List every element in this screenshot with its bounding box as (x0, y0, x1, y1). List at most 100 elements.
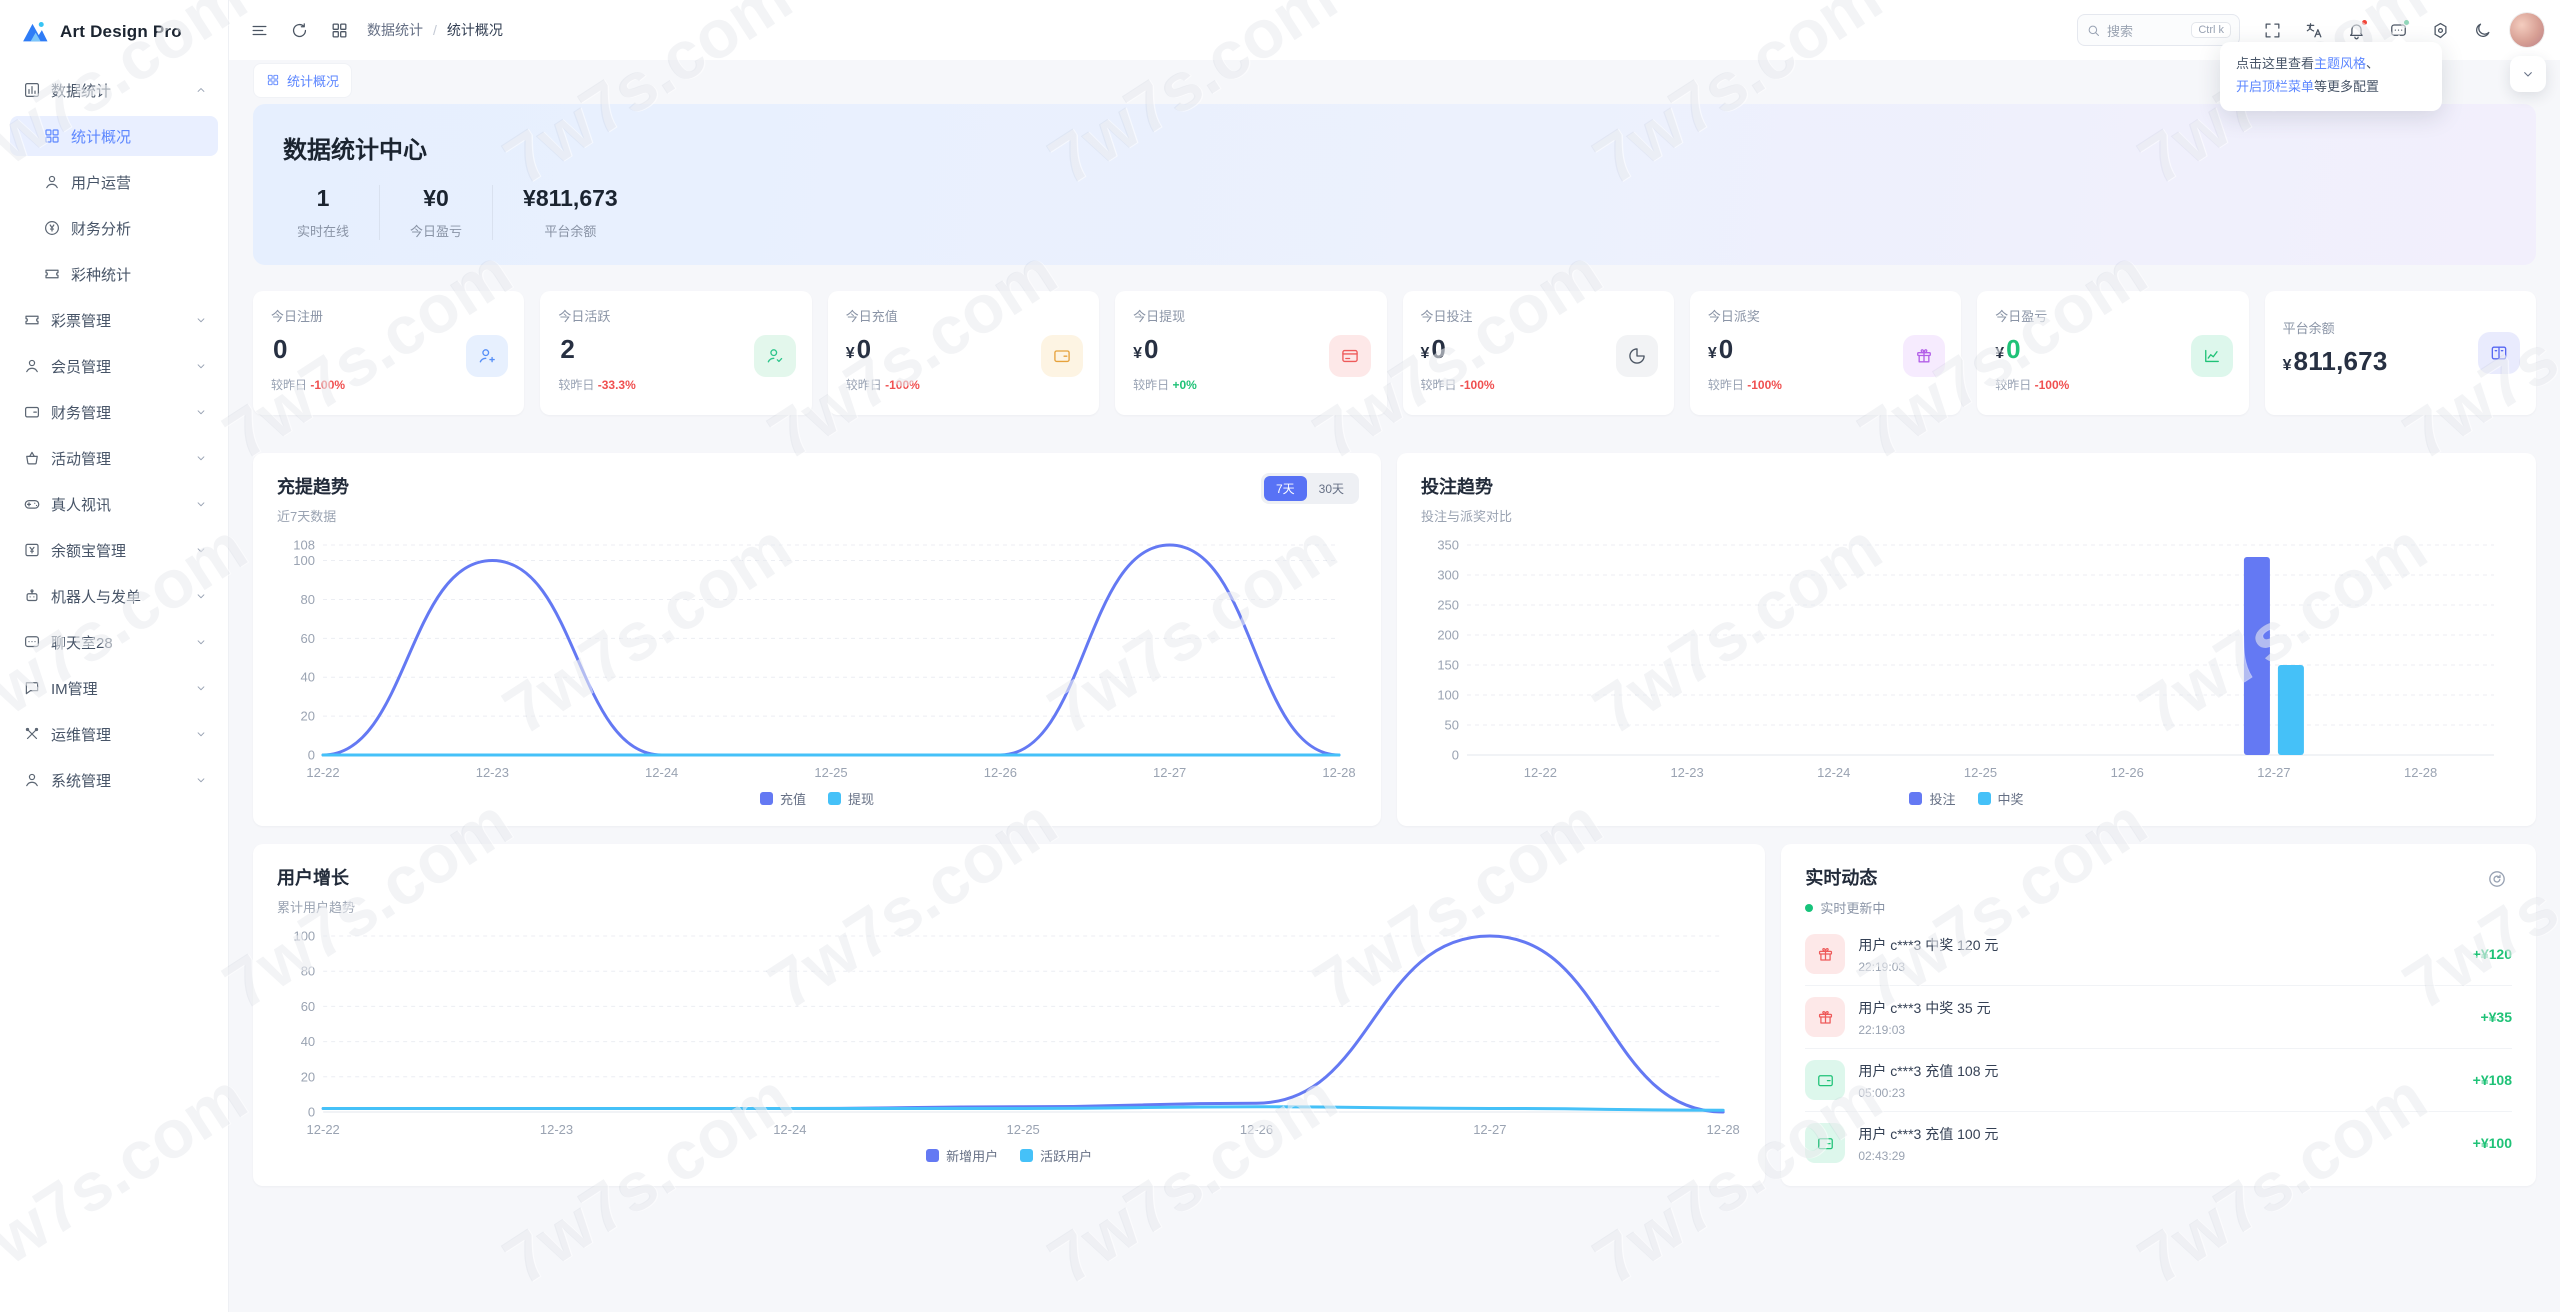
tooltip-topbar-link[interactable]: 开启顶栏菜单 (2236, 79, 2314, 94)
wallet-icon (23, 403, 41, 421)
sidebar-item-6[interactable]: 余额宝管理 (10, 530, 218, 570)
legend-item-活跃用户[interactable]: 活跃用户 (1020, 1146, 1092, 1165)
gift-icon (1816, 1008, 1835, 1027)
svg-text:12-24: 12-24 (1817, 765, 1850, 780)
activity-refresh-button[interactable] (2482, 864, 2512, 894)
svg-text:12-28: 12-28 (1322, 765, 1355, 780)
bar-chart-icon (23, 81, 41, 99)
sidebar-subitem-0-1[interactable]: 用户运营 (10, 162, 218, 202)
sidebar-item-1[interactable]: 彩票管理 (10, 300, 218, 340)
svg-text:12-27: 12-27 (2257, 765, 2290, 780)
stat-card-value: 2 (560, 334, 575, 365)
svg-text:12-28: 12-28 (1707, 1122, 1740, 1137)
chevron-down-icon (194, 727, 208, 741)
chevron-down-icon (194, 635, 208, 649)
activity-feed-card: 实时动态 实时更新中 用户 c***3 中奖 120 元22:19:03+¥12… (1781, 844, 2536, 1186)
activity-item-icon-box (1805, 1060, 1845, 1100)
svg-text:12-23: 12-23 (1670, 765, 1703, 780)
stat-card-value: 811,673 (2294, 346, 2388, 377)
range-button-7天[interactable]: 7天 (1264, 476, 1307, 501)
activity-item-0[interactable]: 用户 c***3 中奖 120 元22:19:03+¥120 (1805, 923, 2512, 986)
notification-badge (2361, 19, 2368, 26)
tab-statistics-overview[interactable]: 统计概况 (253, 63, 352, 98)
search-input[interactable]: 搜索 Ctrl k (2077, 14, 2240, 46)
ticket-icon (43, 265, 61, 283)
stat-card-value: 0 (1431, 334, 1446, 365)
activity-item-1[interactable]: 用户 c***3 中奖 35 元22:19:03+¥35 (1805, 986, 2512, 1049)
stat-card-6: 今日盈亏¥0较昨日 -100% (1977, 291, 2248, 415)
activity-item-icon-box (1805, 997, 1845, 1037)
stat-card-icon-box (754, 335, 796, 377)
legend-item-投注[interactable]: 投注 (1909, 789, 1955, 808)
user-avatar[interactable] (2510, 13, 2544, 47)
stat-card-icon-box (2191, 335, 2233, 377)
svg-text:200: 200 (1437, 628, 1459, 643)
collapse-hint-button[interactable] (2510, 56, 2546, 92)
bet-trend-chart[interactable]: 05010015020025030035012-2212-2312-2412-2… (1421, 533, 2512, 785)
app-logo[interactable]: Art Design Pro (0, 0, 228, 64)
chevron-up-icon (194, 83, 208, 97)
deposit-withdraw-chart[interactable]: 02040608010010812-2212-2312-2412-2512-26… (277, 533, 1357, 785)
sidebar-item-2[interactable]: 会员管理 (10, 346, 218, 386)
breadcrumb-parent[interactable]: 数据统计 (367, 20, 423, 40)
sidebar-item-8[interactable]: 聊天室28 (10, 622, 218, 662)
charts-row: 充提趋势 近7天数据 7天30天 02040608010010812-2212-… (253, 453, 2536, 826)
page-content: 数据统计中心 1实时在线¥0今日盈亏¥811,673平台余额 今日注册0较昨日 … (229, 100, 2560, 1312)
svg-text:60: 60 (301, 631, 315, 646)
tooltip-text: 点击这里查看 (2236, 56, 2314, 71)
stat-card-delta: 较昨日 -33.3% (558, 376, 793, 393)
sidebar-item-3[interactable]: 财务管理 (10, 392, 218, 432)
activity-item-3[interactable]: 用户 c***3 充值 100 元02:43:29+¥100 (1805, 1112, 2512, 1174)
sidebar-item-5[interactable]: 真人视讯 (10, 484, 218, 524)
yen-circle-icon (43, 219, 61, 237)
stat-card-5: 今日派奖¥0较昨日 -100% (1690, 291, 1961, 415)
menu-collapse-button[interactable] (239, 10, 279, 50)
trend-icon (2202, 346, 2222, 366)
search-icon (2086, 23, 2101, 38)
legend-item-提现[interactable]: 提现 (828, 789, 874, 808)
svg-text:0: 0 (308, 1105, 315, 1120)
wallet-icon (1816, 1134, 1835, 1153)
settings-hint-tooltip: 点击这里查看主题风格、 开启顶栏菜单等更多配置 (2220, 42, 2442, 111)
chevron-down-icon (194, 497, 208, 511)
legend-item-中奖[interactable]: 中奖 (1978, 789, 2024, 808)
apps-grid-button[interactable] (319, 10, 359, 50)
chevron-down-icon (194, 681, 208, 695)
legend-item-充值[interactable]: 充值 (760, 789, 806, 808)
grid-icon (43, 127, 61, 145)
sidebar-subitem-0-0[interactable]: 统计概况 (10, 116, 218, 156)
sidebar-item-4[interactable]: 活动管理 (10, 438, 218, 478)
svg-text:12-26: 12-26 (1240, 1122, 1273, 1137)
svg-text:20: 20 (301, 709, 315, 724)
hero-stat-label: 今日盈亏 (410, 221, 462, 240)
message-icon (23, 679, 41, 697)
sidebar-item-10[interactable]: 运维管理 (10, 714, 218, 754)
stat-card-value: 0 (1144, 334, 1159, 365)
sidebar-item-7[interactable]: 机器人与发单 (10, 576, 218, 616)
svg-text:12-25: 12-25 (814, 765, 847, 780)
range-button-30天[interactable]: 30天 (1307, 476, 1356, 501)
svg-text:12-23: 12-23 (540, 1122, 573, 1137)
sidebar-item-0[interactable]: 数据统计 (10, 70, 218, 110)
sidebar-item-9[interactable]: IM管理 (10, 668, 218, 708)
chart-legend: 充值 提现 (277, 785, 1357, 814)
refresh-page-button[interactable] (279, 10, 319, 50)
fullscreen-icon (2263, 21, 2282, 40)
grid-icon (330, 21, 349, 40)
user-growth-chart[interactable]: 02040608010012-2212-2312-2412-2512-2612-… (277, 924, 1741, 1142)
sidebar-item-11[interactable]: 系统管理 (10, 760, 218, 800)
svg-text:300: 300 (1437, 568, 1459, 583)
sidebar-subitem-0-3[interactable]: 彩种统计 (10, 254, 218, 294)
activity-item-2[interactable]: 用户 c***3 充值 108 元05:00:23+¥108 (1805, 1049, 2512, 1112)
settings-icon (2431, 21, 2450, 40)
legend-item-新增用户[interactable]: 新增用户 (926, 1146, 998, 1165)
tooltip-theme-link[interactable]: 主题风格 (2314, 56, 2366, 71)
hero-stat-0: 1实时在线 (283, 185, 380, 240)
activity-item-time: 02:43:29 (1858, 1149, 1998, 1163)
sidebar-subitem-0-2[interactable]: 财务分析 (10, 208, 218, 248)
chart-subtitle: 投注与派奖对比 (1421, 506, 2512, 525)
translate-icon (2305, 21, 2324, 40)
refresh-circle-icon (2487, 869, 2507, 889)
dark-mode-button[interactable] (2462, 10, 2502, 50)
svg-text:100: 100 (1437, 687, 1459, 702)
